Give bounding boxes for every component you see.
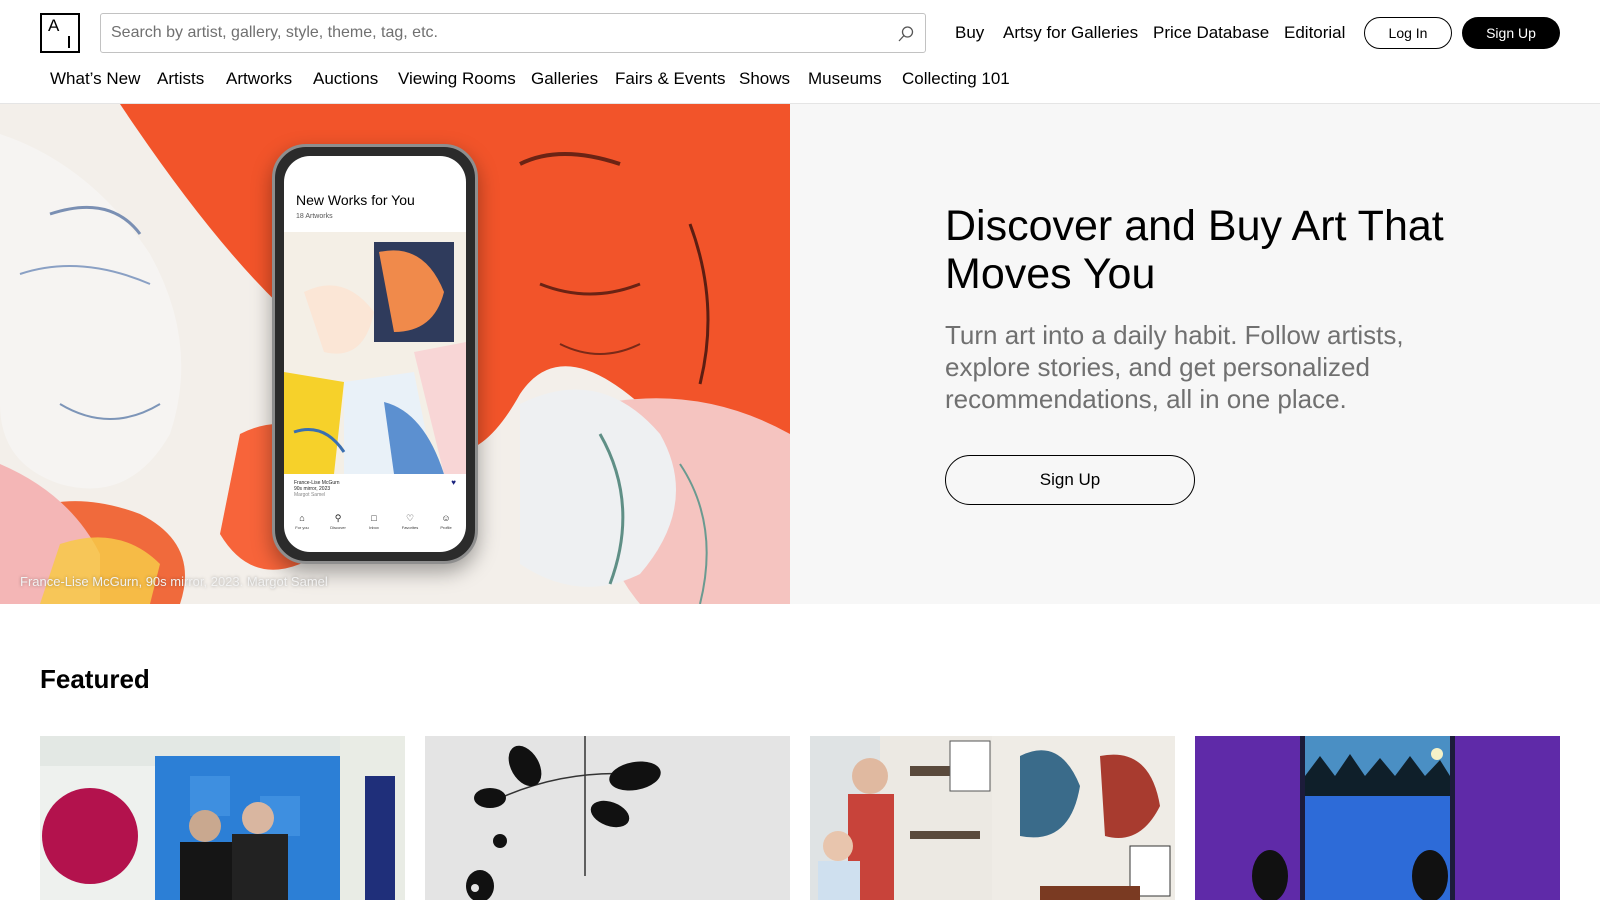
subnav-museums[interactable]: Museums (808, 67, 882, 91)
heart-icon: ♥ (451, 478, 456, 487)
nav-artsy-for-galleries[interactable]: Artsy for Galleries (1003, 21, 1138, 45)
signup-button[interactable]: Sign Up (1462, 17, 1560, 49)
subnav-auctions[interactable]: Auctions (313, 67, 378, 91)
site-header: A Buy Artsy for Galleries Price Database… (0, 0, 1600, 104)
featured-image-3 (810, 736, 1175, 900)
hero-signup-button[interactable]: Sign Up (945, 455, 1195, 505)
featured-image-1 (40, 736, 405, 900)
profile-icon: ☺ (441, 513, 451, 523)
nav-buy[interactable]: Buy (955, 21, 984, 45)
phone-count: 18 Artworks (296, 213, 333, 220)
phone-tab-inbox: □ Inbox (356, 512, 392, 532)
subnav-collecting-101[interactable]: Collecting 101 (902, 67, 1010, 91)
logo-mark (68, 36, 70, 48)
phone-screen: New Works for You 18 Artworks France-Lis… (284, 156, 466, 552)
featured-card-4[interactable] (1195, 736, 1560, 900)
hero-subtitle: Turn art into a daily habit. Follow arti… (945, 320, 1404, 414)
phone-artwork-meta: France-Lise McGurn 90s mirror, 2023 Marg… (294, 480, 340, 498)
hero-artwork-image: New Works for You 18 Artworks France-Lis… (0, 104, 790, 604)
heart-outline-icon: ♡ (405, 513, 415, 523)
artsy-logo-icon[interactable]: A (40, 13, 80, 53)
phone-tab-profile: ☺ Profile (428, 512, 464, 532)
subnav-artworks[interactable]: Artworks (226, 67, 292, 91)
featured-card-3[interactable] (810, 736, 1175, 900)
featured-heading: Featured (40, 664, 150, 694)
phone-tab-favorites: ♡ Favorites (392, 512, 428, 532)
featured-card-1[interactable] (40, 736, 405, 900)
search-bar[interactable] (100, 13, 926, 53)
search-icon: ⚲ (334, 513, 342, 523)
phone-tab-for-you: ⌂ For you (284, 512, 320, 532)
subnav-galleries[interactable]: Galleries (531, 67, 598, 91)
login-button[interactable]: Log In (1364, 17, 1452, 49)
phone-artwork-image (284, 232, 466, 474)
subnav-whats-new[interactable]: What’s New (50, 67, 140, 91)
featured-image-2 (425, 736, 790, 900)
hero-image-caption: France-Lise McGurn, 90s mirror, 2023. Ma… (20, 574, 328, 589)
phone-tab-discover: ⚲ Discover (320, 512, 356, 532)
nav-editorial[interactable]: Editorial (1284, 21, 1345, 45)
logo-letter: A (48, 16, 60, 35)
hero-title: Discover and Buy Art That Moves You (945, 202, 1444, 298)
featured-card-2[interactable] (425, 736, 790, 900)
phone-mockup: New Works for You 18 Artworks France-Lis… (272, 144, 478, 564)
subnav-shows[interactable]: Shows (739, 67, 790, 91)
subnav-artists[interactable]: Artists (157, 67, 204, 91)
featured-image-4 (1195, 736, 1560, 900)
home-icon: ⌂ (299, 513, 305, 523)
search-input[interactable] (111, 14, 871, 52)
inbox-icon: □ (371, 513, 377, 523)
search-icon[interactable] (897, 25, 915, 43)
phone-title: New Works for You (296, 192, 415, 208)
subnav-fairs-events[interactable]: Fairs & Events (615, 67, 726, 91)
subnav-viewing-rooms[interactable]: Viewing Rooms (398, 67, 516, 91)
hero-section: New Works for You 18 Artworks France-Lis… (0, 104, 1600, 604)
nav-price-database[interactable]: Price Database (1153, 21, 1269, 45)
phone-artwork-gallery: Margot Samel (294, 492, 326, 498)
phone-tab-bar: ⌂ For you ⚲ Discover □ Inbox ♡ Favorites (284, 512, 466, 542)
